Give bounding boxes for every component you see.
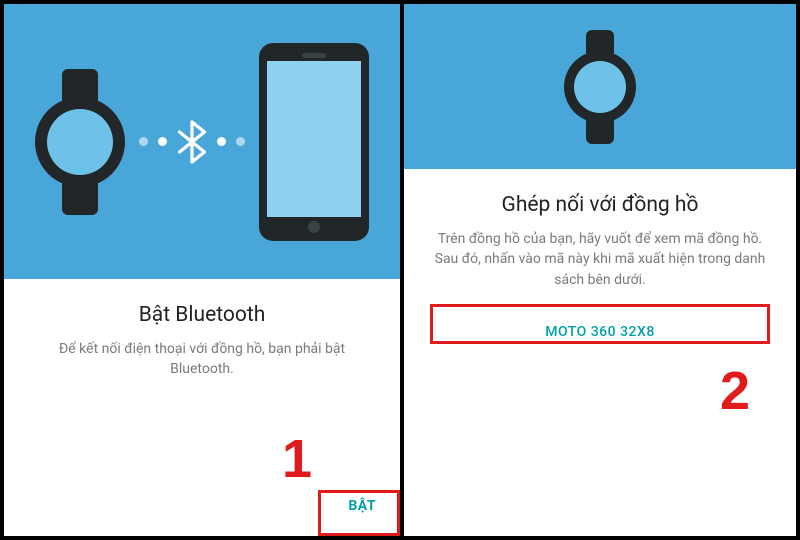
- watch-icon: [35, 69, 125, 215]
- device-list-item[interactable]: MOTO 360 32X8: [440, 312, 760, 352]
- hero-illustration: [404, 4, 796, 169]
- watch-icon: [564, 30, 636, 144]
- enable-button[interactable]: BẬT: [328, 486, 396, 526]
- content-area: Ghép nối với đồng hồ Trên đồng hồ của bạ…: [404, 169, 796, 536]
- page-description: Trên đồng hồ của bạn, hãy vuốt để xem mã…: [426, 229, 774, 290]
- hero-illustration: [4, 4, 400, 279]
- phone-icon: [259, 43, 369, 241]
- watch-bluetooth-phone-illustration: [35, 43, 369, 241]
- page-description: Để kết nối điện thoại với đồng hồ, bạn p…: [26, 339, 378, 380]
- screen-pair-watch: Ghép nối với đồng hồ Trên đồng hồ của bạ…: [400, 4, 796, 536]
- bluetooth-signal-icon: [139, 119, 245, 165]
- page-title: Ghép nối với đồng hồ: [426, 193, 774, 217]
- screen-enable-bluetooth: Bật Bluetooth Để kết nối điện thoại với …: [4, 4, 400, 536]
- page-title: Bật Bluetooth: [26, 303, 378, 327]
- footer-actions: BẬT: [324, 476, 400, 536]
- bluetooth-icon: [177, 119, 207, 165]
